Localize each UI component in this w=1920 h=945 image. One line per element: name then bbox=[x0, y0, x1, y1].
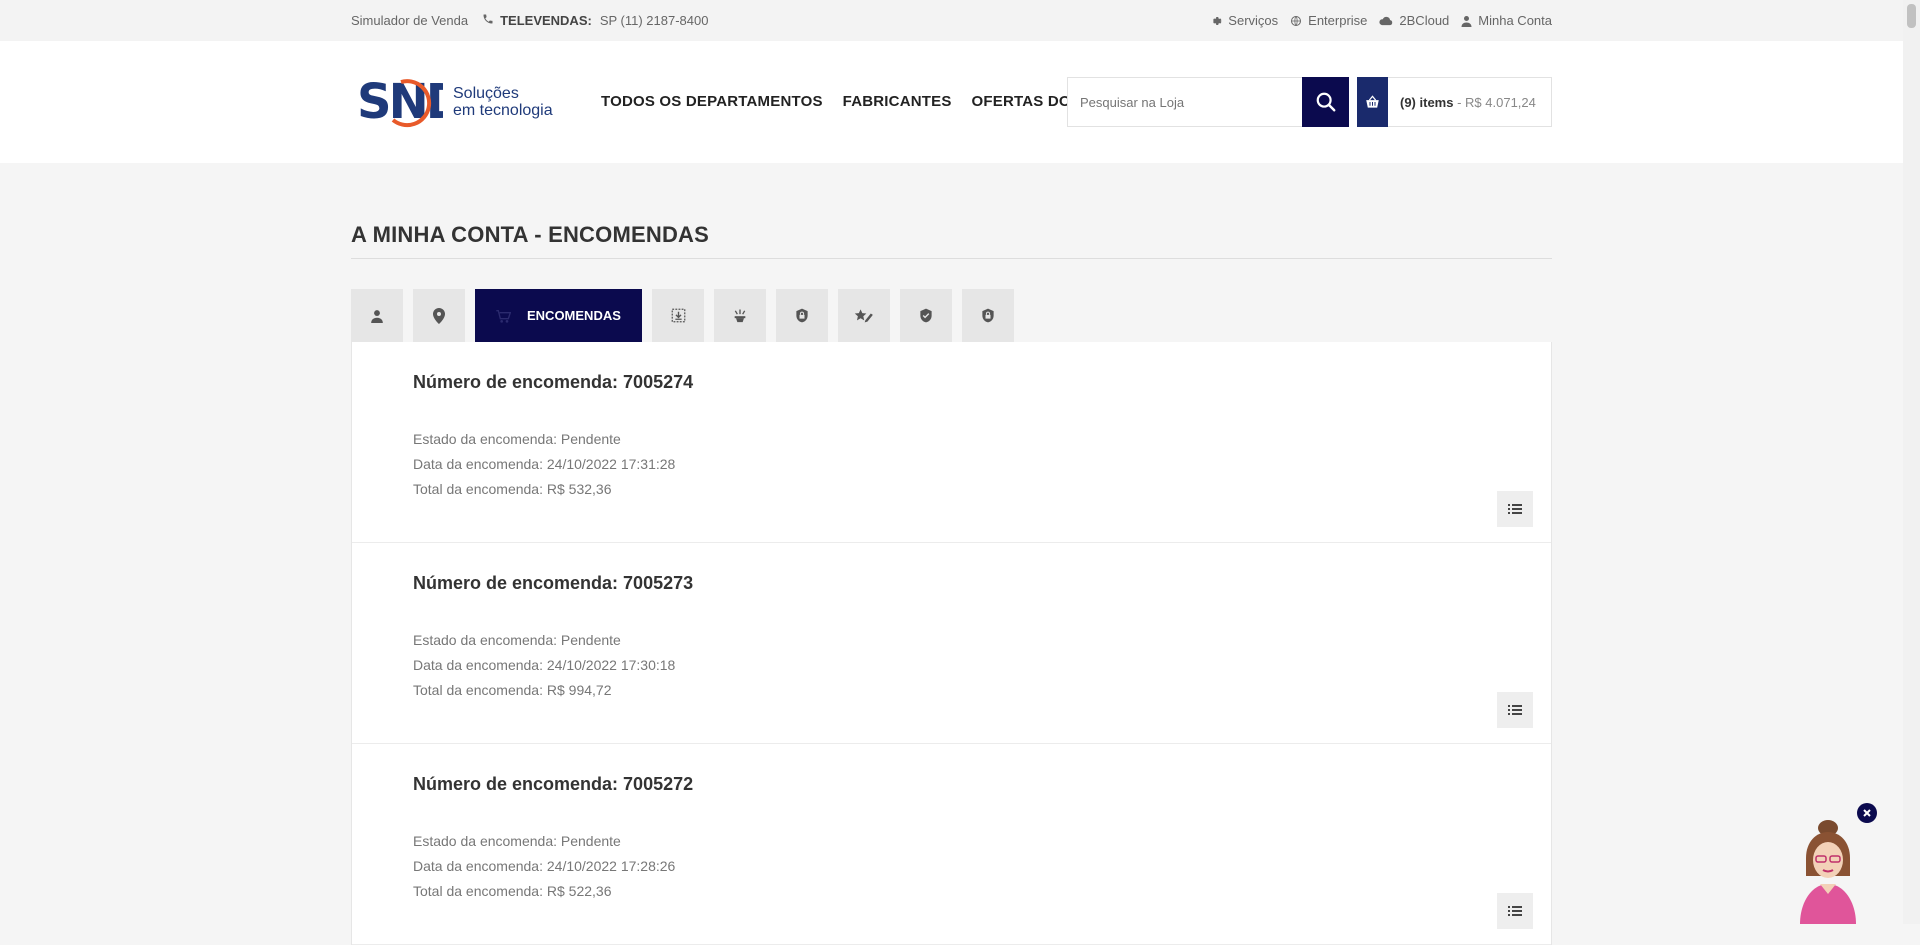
my-account-label: Minha Conta bbox=[1478, 13, 1552, 28]
shield-icon bbox=[920, 308, 932, 323]
account-tabs: ENCOMENDAS bbox=[351, 289, 1024, 342]
services-link[interactable]: Serviços bbox=[1210, 13, 1278, 28]
cloud-label: 2BCloud bbox=[1399, 13, 1450, 28]
location-icon bbox=[433, 307, 445, 324]
order-item: Número de encomenda: 7005273 Estado da e… bbox=[352, 543, 1551, 744]
cart-text: (9) items - R$ 4.071,24 bbox=[1400, 95, 1536, 110]
cloud-icon bbox=[1379, 16, 1393, 25]
order-total: Total da encomenda: R$ 522,36 bbox=[413, 883, 612, 899]
basket-button[interactable] bbox=[1357, 77, 1388, 127]
my-account-link[interactable]: Minha Conta bbox=[1461, 13, 1552, 28]
page-title: A MINHA CONTA - ENCOMENDAS bbox=[351, 222, 709, 247]
order-date: Data da encomenda: 24/10/2022 17:30:18 bbox=[413, 657, 676, 673]
tab-downloads[interactable] bbox=[652, 289, 704, 342]
search-input[interactable] bbox=[1068, 78, 1302, 126]
main-nav: TODOS OS DEPARTAMENTOS FABRICANTES OFERT… bbox=[601, 93, 1122, 110]
services-label: Serviços bbox=[1228, 13, 1279, 28]
order-item: Número de encomenda: 7005274 Estado da e… bbox=[352, 342, 1551, 543]
search-icon bbox=[1316, 92, 1335, 112]
order-total: Total da encomenda: R$ 532,36 bbox=[413, 481, 612, 497]
order-number: Número de encomenda: 7005273 bbox=[413, 573, 694, 593]
order-details-button[interactable] bbox=[1497, 491, 1533, 527]
phone-icon bbox=[482, 13, 494, 28]
tab-privacy[interactable] bbox=[900, 289, 952, 342]
title-divider bbox=[351, 258, 1552, 259]
simulator-link[interactable]: Simulador de Venda bbox=[351, 13, 468, 28]
orders-list: Número de encomenda: 7005274 Estado da e… bbox=[351, 342, 1552, 945]
tab-account-info[interactable] bbox=[351, 289, 403, 342]
logo-tagline-line2: em tecnologia bbox=[453, 102, 553, 119]
tab-reviews[interactable] bbox=[838, 289, 890, 342]
order-status: Estado da encomenda: Pendente bbox=[413, 833, 621, 849]
tab-orders-label: ENCOMENDAS bbox=[527, 308, 621, 323]
cart-total: - R$ 4.071,24 bbox=[1457, 94, 1536, 110]
cart-summary[interactable]: (9) items - R$ 4.071,24 bbox=[1357, 77, 1552, 127]
orders-icon bbox=[496, 309, 511, 323]
logo-tagline: Soluções em tecnologia bbox=[453, 85, 553, 119]
lock-badge-icon bbox=[982, 308, 994, 323]
televendas-phone: SP (11) 2187-8400 bbox=[599, 13, 709, 28]
tab-security[interactable] bbox=[776, 289, 828, 342]
order-number: Número de encomenda: 7005272 bbox=[413, 774, 694, 794]
order-date: Data da encomenda: 24/10/2022 17:31:28 bbox=[413, 456, 676, 472]
lock-badge-icon bbox=[796, 308, 808, 323]
site-header: SND Soluções em tecnologia TODOS OS DEPA… bbox=[0, 41, 1903, 163]
user-icon bbox=[371, 309, 383, 323]
cart-count: (9) items bbox=[1400, 94, 1454, 110]
download-icon bbox=[671, 308, 685, 323]
gear-icon bbox=[1213, 16, 1222, 25]
enterprise-label: Enterprise bbox=[1308, 13, 1368, 28]
user-icon bbox=[1461, 15, 1472, 27]
tab-orders[interactable]: ENCOMENDAS bbox=[475, 289, 642, 342]
star-pencil-icon bbox=[854, 309, 873, 323]
order-number: Número de encomenda: 7005274 bbox=[413, 372, 694, 392]
top-bar: Simulador de Venda TELEVENDAS: SP (11) 2… bbox=[0, 0, 1903, 41]
globe-icon bbox=[1291, 15, 1302, 26]
order-details-button[interactable] bbox=[1497, 692, 1533, 728]
televendas-label: TELEVENDAS: bbox=[500, 13, 592, 28]
assistant-avatar-icon bbox=[1800, 820, 1856, 924]
order-status: Estado da encomenda: Pendente bbox=[413, 431, 621, 447]
spotlight-icon bbox=[734, 309, 746, 323]
tab-highlights[interactable] bbox=[714, 289, 766, 342]
list-icon bbox=[1508, 705, 1522, 715]
order-item: Número de encomenda: 7005272 Estado da e… bbox=[352, 744, 1551, 945]
search-button[interactable] bbox=[1302, 77, 1349, 127]
close-icon bbox=[1863, 809, 1871, 817]
page-scrollbar[interactable] bbox=[1903, 0, 1920, 924]
logo-mark: SND bbox=[357, 74, 443, 130]
cloud-link[interactable]: 2BCloud bbox=[1379, 13, 1449, 28]
list-icon bbox=[1508, 504, 1522, 514]
virtual-assistant-avatar[interactable] bbox=[1792, 818, 1864, 924]
enterprise-link[interactable]: Enterprise bbox=[1290, 13, 1367, 28]
order-status: Estado da encomenda: Pendente bbox=[413, 632, 621, 648]
basket-icon bbox=[1366, 95, 1379, 108]
order-total: Total da encomenda: R$ 994,72 bbox=[413, 682, 612, 698]
order-date: Data da encomenda: 24/10/2022 17:28:26 bbox=[413, 858, 676, 874]
nav-manufacturers[interactable]: FABRICANTES bbox=[843, 93, 952, 110]
tab-addresses[interactable] bbox=[413, 289, 465, 342]
nav-all-departments[interactable]: TODOS OS DEPARTAMENTOS bbox=[601, 93, 823, 110]
logo-tagline-line1: Soluções bbox=[453, 85, 519, 102]
tab-access[interactable] bbox=[962, 289, 1014, 342]
list-icon bbox=[1508, 906, 1522, 916]
site-logo[interactable]: SND Soluções em tecnologia bbox=[357, 68, 553, 136]
scrollbar-thumb[interactable] bbox=[1907, 4, 1916, 28]
